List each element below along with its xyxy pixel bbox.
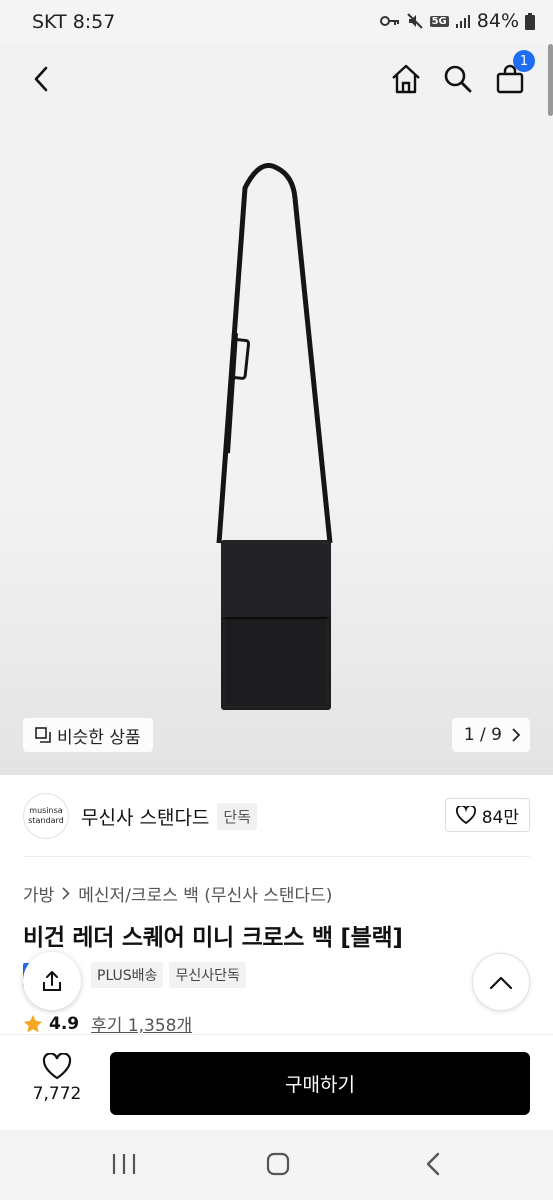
mute-icon (406, 13, 423, 29)
key-icon (379, 16, 399, 26)
battery-percent: 84% (476, 10, 519, 32)
tag-plus-delivery: PLUS배송 (91, 962, 164, 988)
brand-logo-line2: standard (28, 816, 64, 825)
similar-icon (35, 727, 51, 743)
brand-like-count: 84만 (481, 807, 519, 828)
rating-row: 4.9 후기 1,358개 (23, 1011, 192, 1036)
home-button[interactable] (389, 62, 423, 96)
network-label: 5G (429, 15, 449, 27)
scroll-top-button[interactable] (472, 953, 530, 1011)
breadcrumb-item-subcategory[interactable]: 메신저/크로스 백 (무신사 스탠다드) (78, 881, 332, 906)
home-icon (392, 64, 420, 94)
home-nav-icon[interactable] (265, 1152, 291, 1176)
heart-icon (455, 806, 476, 824)
similar-products-button[interactable]: 비슷한 상품 (23, 718, 153, 752)
cart-count-badge: 1 (513, 50, 535, 72)
breadcrumb-item-category[interactable]: 가방 (23, 881, 54, 906)
system-nav-bar (0, 1130, 553, 1200)
carrier-time: SKT 8:57 (32, 11, 116, 33)
page-indicator-text: 1 / 9 (463, 725, 502, 745)
recent-apps-icon[interactable] (111, 1152, 137, 1176)
similar-products-label: 비슷한 상품 (57, 727, 141, 748)
brand-row: musinsa standard 무신사 스탠다드 단독 84만 (23, 792, 530, 840)
signal-icon (455, 15, 470, 28)
divider (23, 856, 530, 857)
status-bar: SKT 8:57 5G 84% (0, 0, 553, 44)
back-icon (34, 66, 48, 92)
cart-button[interactable]: 1 (493, 50, 535, 96)
heart-icon (42, 1053, 72, 1080)
search-button[interactable] (441, 62, 475, 96)
breadcrumb: 가방 메신저/크로스 백 (무신사 스탠다드) (23, 881, 332, 906)
chevron-right-icon (62, 887, 70, 900)
brand-like-button[interactable]: 84만 (444, 798, 530, 832)
buy-button[interactable]: 구매하기 (110, 1052, 530, 1115)
reviews-link[interactable]: 후기 1,358개 (91, 1011, 192, 1036)
chevron-up-icon (490, 976, 512, 989)
share-icon (43, 971, 61, 991)
product-title: 비건 레더 스퀘어 미니 크로스 백 [블랙] (23, 925, 403, 951)
back-nav-icon[interactable] (424, 1152, 444, 1176)
back-button[interactable] (24, 62, 58, 96)
rating-score: 4.9 (49, 1013, 80, 1034)
brand-logo-line1: musinsa (29, 806, 63, 815)
gallery-page-indicator[interactable]: 1 / 9 (451, 718, 530, 752)
chevron-right-icon (512, 728, 520, 742)
brand-name[interactable]: 무신사 스탠다드 (81, 803, 209, 830)
tag-musinsa-exclusive: 무신사단독 (169, 962, 246, 988)
battery-icon (525, 12, 535, 30)
scrollbar-thumb[interactable] (548, 44, 553, 116)
star-icon (24, 1014, 42, 1032)
brand-logo[interactable]: musinsa standard (23, 793, 69, 839)
share-button[interactable] (23, 952, 81, 1010)
wishlist-count: 7,772 (32, 1084, 82, 1104)
wishlist-button[interactable]: 7,772 (24, 1053, 90, 1104)
bottom-action-bar: 7,772 구매하기 (0, 1034, 553, 1130)
exclusive-tag: 단독 (217, 802, 258, 830)
search-icon (444, 65, 472, 93)
status-icons: 5G 84% (379, 10, 535, 32)
product-image (216, 163, 333, 710)
